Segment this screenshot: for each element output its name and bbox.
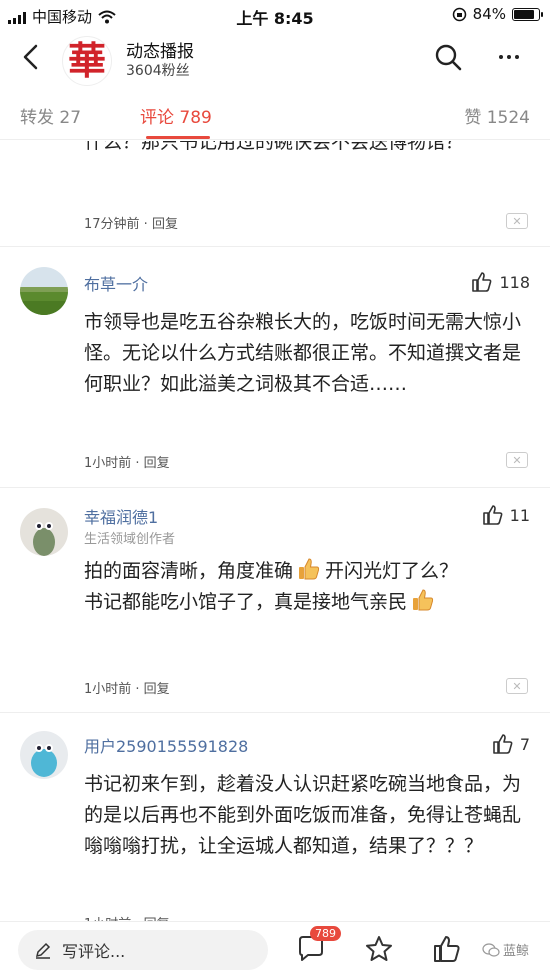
comment-username[interactable]: 布草一介 <box>84 271 148 295</box>
like-count: 118 <box>499 272 530 292</box>
thumbs-up-emoji-icon <box>299 558 320 580</box>
thumbs-up-icon <box>472 272 492 292</box>
like-button[interactable]: 11 <box>482 504 530 526</box>
battery-fill <box>514 9 535 19</box>
watermark: 蓝鲸 <box>482 940 529 959</box>
comment-meta[interactable]: 1小时前 · 回复 <box>84 678 170 697</box>
write-comment-input[interactable]: 写评论... <box>18 930 268 970</box>
comment-text: 什么？那只书记用过的碗快会不会送博物馆？ <box>84 141 465 153</box>
like-count: 11 <box>509 505 530 525</box>
back-arrow-icon[interactable] <box>16 42 46 72</box>
comment-username[interactable]: 用户2590155591828 <box>84 733 248 757</box>
comment-item: 幸福润德1 生活领域创作者 11 拍的面容清晰，角度准确 开闪光灯了么？ 书记都能… <box>0 488 550 713</box>
landscape-avatar-image <box>20 267 68 315</box>
comment-text: 拍的面容清晰，角度准确 开闪光灯了么？ 书记都能吃小馆子了，真是接地气亲民 <box>84 556 524 618</box>
user-badge: 生活领域创作者 <box>84 532 176 547</box>
account-avatar[interactable]: 華 <box>62 36 112 86</box>
comment-username[interactable]: 幸福润德1 <box>84 504 158 528</box>
tab-comments[interactable]: 评论 789 <box>140 103 212 128</box>
avatar[interactable] <box>20 267 68 315</box>
dismiss-icon[interactable]: ✕ <box>506 213 528 229</box>
dismiss-icon[interactable]: ✕ <box>506 452 528 468</box>
comment-item: 用户2590155591828 7 书记初来乍到，趁着没人认识赶紧吃碗当地食品，… <box>0 713 550 921</box>
status-right: 84% <box>452 5 543 23</box>
comment-text: 市领导也是吃五谷杂粮长大的，吃饭时间无需大惊小怪。无论以什么方式结账都很正常。不… <box>84 311 522 395</box>
battery-percent: 84% <box>472 5 506 23</box>
avatar[interactable] <box>20 508 68 556</box>
comment-count-badge: 789 <box>310 926 341 941</box>
tab-active-indicator <box>146 136 210 139</box>
comment-item: 什么？那只书记用过的碗快会不会送博物馆？ 17分钟前 · 回复 ✕ <box>0 141 550 249</box>
cartoon-avatar-image <box>20 731 68 779</box>
comment-meta[interactable]: 1小时前 · 回复 <box>84 452 170 471</box>
pencil-icon <box>35 942 51 959</box>
thumbs-up-icon <box>482 505 503 525</box>
comment-meta[interactable]: 17分钟前 · 回复 <box>84 213 178 232</box>
tab-likes[interactable]: 赞 1524 <box>464 103 530 128</box>
header: 華 动态播报 3604粉丝 <box>0 30 550 88</box>
comment-item: 布草一介 118 市领导也是吃五谷杂粮长大的，吃饭时间无需大惊小怪。无论以什么方… <box>0 247 550 487</box>
bottom-bar: 写评论... 789 蓝鲸 <box>0 921 550 977</box>
watermark-text: 蓝鲸 <box>503 944 530 959</box>
comment-text: 书记初来乍到，趁着没人认识赶紧吃碗当地食品，为的是以后再也不能到外面吃饭而准备，… <box>84 773 522 857</box>
tab-repost[interactable]: 转发 27 <box>20 103 81 128</box>
comment-text-part: 拍的面容清晰，角度准确 <box>84 560 294 582</box>
comment-text-part: 书记都能吃小馆子了，真是接地气亲民 <box>84 591 408 613</box>
like-button[interactable]: 7 <box>492 733 530 755</box>
battery-icon <box>512 7 543 21</box>
star-icon[interactable] <box>364 934 394 964</box>
like-count: 7 <box>519 734 530 754</box>
like-button[interactable]: 118 <box>471 271 530 293</box>
thumbs-up-icon <box>493 734 513 754</box>
wechat-icon <box>482 942 500 957</box>
tab-bar: 转发 27 评论 789 赞 1524 <box>0 88 550 140</box>
dismiss-icon[interactable]: ✕ <box>506 678 528 694</box>
status-bar: 中国移动 上午 8:45 84% <box>0 0 550 30</box>
account-fans: 3604粉丝 <box>126 63 190 79</box>
more-options-icon[interactable] <box>494 50 524 64</box>
cartoon-avatar-image <box>20 508 68 556</box>
search-icon[interactable] <box>433 42 463 72</box>
account-logo: 華 <box>67 38 106 83</box>
comment-text-part: 开闪光灯了么？ <box>325 560 459 582</box>
write-comment-placeholder: 写评论... <box>62 942 126 961</box>
avatar[interactable] <box>20 731 68 779</box>
thumbs-up-emoji-icon <box>413 589 434 611</box>
account-name[interactable]: 动态播报 <box>126 37 194 62</box>
thumbs-up-icon[interactable] <box>432 934 462 964</box>
comment-list[interactable]: 什么？那只书记用过的碗快会不会送博物馆？ 17分钟前 · 回复 ✕ 布草一介 1… <box>0 141 550 921</box>
comment-meta[interactable]: 1小时前 · 回复 <box>84 913 170 921</box>
orientation-lock-icon <box>452 7 466 21</box>
